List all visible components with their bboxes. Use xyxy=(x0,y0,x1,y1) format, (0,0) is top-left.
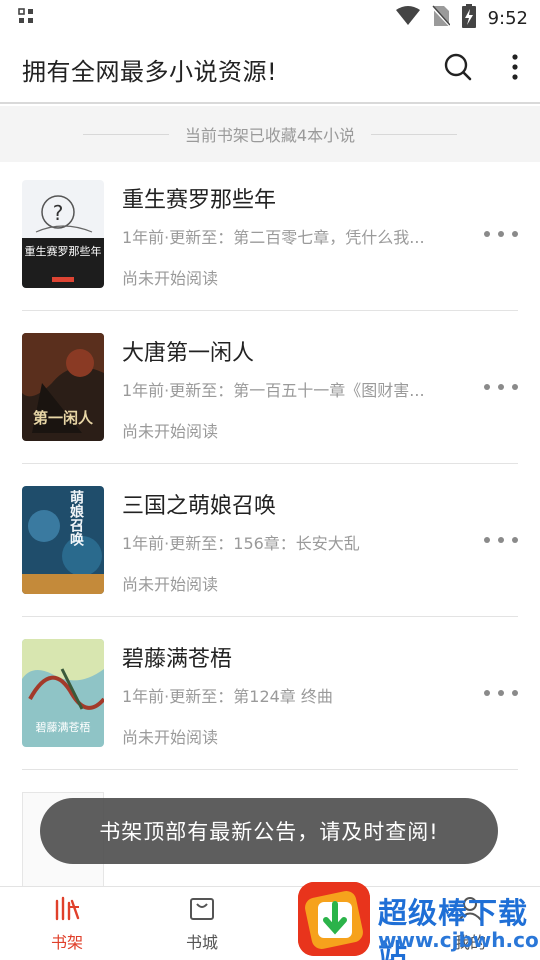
shelf-count-text: 当前书架已收藏4本小说 xyxy=(184,126,356,145)
toast-text: 书架顶部有最新公告，请及时查阅! xyxy=(99,820,439,844)
svg-text:?: ? xyxy=(53,201,64,225)
app-bar: 拥有全网最多小说资源! xyxy=(0,36,540,104)
nav-bookshelf[interactable]: 书架 xyxy=(17,887,117,960)
book-update: 1年前·更新至：第二百零七章，凭什么我... xyxy=(122,228,425,247)
book-cover-text: 第一闲人 xyxy=(33,409,94,427)
book-title: 大唐第一闲人 xyxy=(122,341,255,366)
more-vert-icon[interactable] xyxy=(512,54,518,84)
book-progress: 尚未开始阅读 xyxy=(122,728,219,747)
more-options-icon[interactable] xyxy=(484,377,518,397)
book-progress: 尚未开始阅读 xyxy=(122,422,219,441)
book-cover[interactable]: ? 重生赛罗那些年 xyxy=(22,180,104,288)
book-cover[interactable]: 萌娘召唤 xyxy=(22,486,104,594)
no-sim-icon xyxy=(430,5,451,31)
book-cover[interactable]: 碧藤满苍梧 xyxy=(22,639,104,747)
shopping-bag-icon xyxy=(189,895,215,925)
wifi-icon xyxy=(395,6,420,30)
divider xyxy=(371,133,458,135)
more-options-icon[interactable] xyxy=(484,530,518,550)
book-progress: 尚未开始阅读 xyxy=(122,269,219,288)
battery-charging-icon xyxy=(461,4,476,32)
watermark-url: www.cjbwh.com xyxy=(378,928,540,952)
watermark-logo-icon xyxy=(298,882,370,956)
divider xyxy=(82,133,169,135)
bookshelf-icon xyxy=(53,895,81,925)
status-bar: 9:52 xyxy=(0,0,540,36)
nav-bookstore[interactable]: 书城 xyxy=(152,887,252,960)
nav-label: 书架 xyxy=(50,933,83,952)
book-title: 三国之萌娘召唤 xyxy=(122,494,277,519)
site-watermark: 超级棒下载站 www.cjbwh.com xyxy=(296,852,540,960)
book-list: ? 重生赛罗那些年 重生赛罗那些年 1年前·更新至：第二百零七章，凭什么我...… xyxy=(0,158,540,770)
more-options-icon[interactable] xyxy=(484,224,518,244)
search-icon[interactable] xyxy=(444,53,472,85)
book-item[interactable]: ? 重生赛罗那些年 重生赛罗那些年 1年前·更新至：第二百零七章，凭什么我...… xyxy=(22,158,518,311)
book-update: 1年前·更新至：第一百五十一章《图财害... xyxy=(122,381,425,400)
book-item[interactable]: 碧藤满苍梧 碧藤满苍梧 1年前·更新至：第124章 终曲 尚未开始阅读 xyxy=(22,617,518,770)
book-update: 1年前·更新至：第124章 终曲 xyxy=(122,687,333,706)
book-cover[interactable]: 第一闲人 xyxy=(22,333,104,441)
nav-label: 书城 xyxy=(185,933,218,952)
book-progress: 尚未开始阅读 xyxy=(122,575,219,594)
book-title: 碧藤满苍梧 xyxy=(122,647,233,672)
book-title: 重生赛罗那些年 xyxy=(122,188,277,213)
book-item[interactable]: 萌娘召唤 三国之萌娘召唤 1年前·更新至：156章：长安大乱 尚未开始阅读 xyxy=(22,464,518,617)
book-cover-text: 重生赛罗那些年 xyxy=(25,244,102,258)
status-time: 9:52 xyxy=(487,7,528,29)
apps-icon xyxy=(18,8,34,28)
page-title: 拥有全网最多小说资源! xyxy=(22,57,278,86)
shelf-count-notice: 当前书架已收藏4本小说 xyxy=(0,106,540,162)
book-cover-text: 萌娘召唤 xyxy=(68,489,84,547)
book-item[interactable]: 第一闲人 大唐第一闲人 1年前·更新至：第一百五十一章《图财害... 尚未开始阅… xyxy=(22,311,518,464)
more-options-icon[interactable] xyxy=(484,683,518,703)
book-update: 1年前·更新至：156章：长安大乱 xyxy=(122,534,360,553)
book-cover-text: 碧藤满苍梧 xyxy=(36,720,91,734)
